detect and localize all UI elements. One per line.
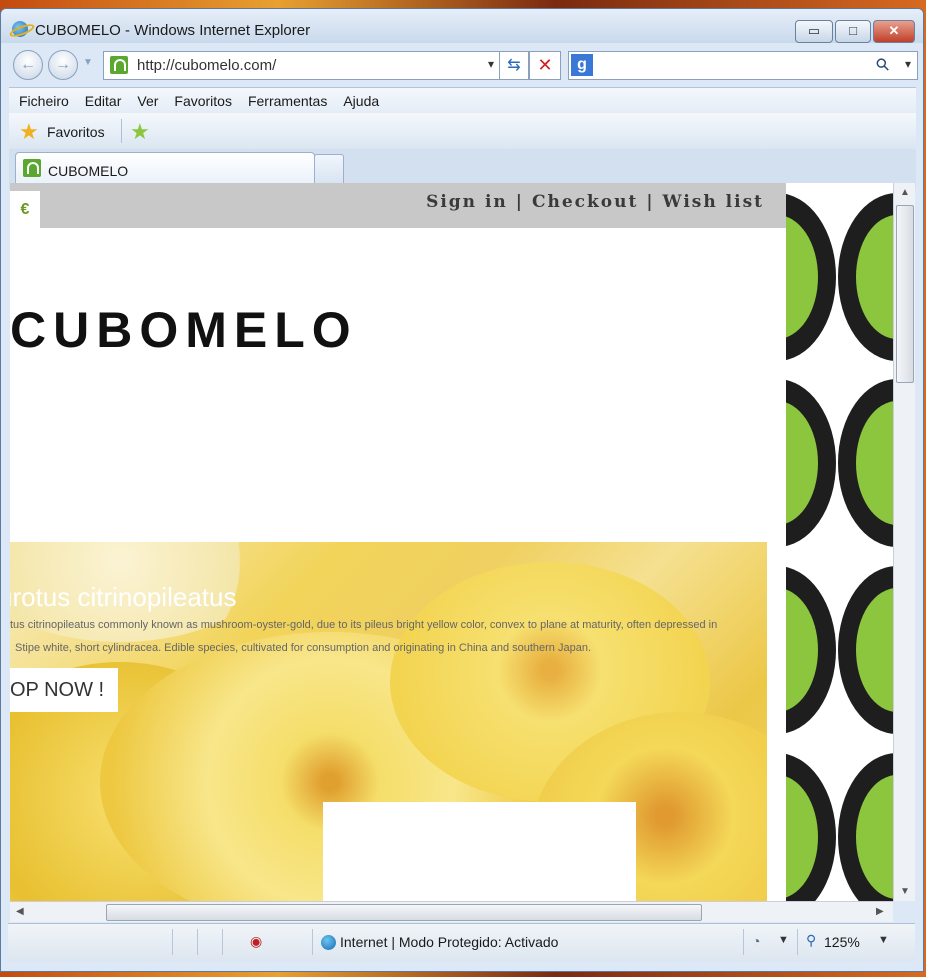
menu-item-editar[interactable]: Editar — [85, 88, 122, 114]
biodegradable-badge-icon — [786, 753, 836, 901]
dropdown-arrow-icon[interactable]: ▼ — [778, 934, 789, 946]
zoom-dropdown-icon[interactable]: ▼ — [878, 934, 889, 946]
vertical-scroll-thumb[interactable] — [896, 205, 914, 383]
favorites-bar: ★ Favoritos ★ — [9, 113, 916, 149]
add-favorites-icon[interactable]: ★ — [130, 121, 150, 143]
horizontal-scroll-thumb[interactable] — [106, 904, 702, 921]
window-title: CUBOMELO - Windows Internet Explorer — [35, 22, 311, 39]
divider — [197, 929, 198, 955]
tab-label: CUBOMELO — [48, 163, 129, 179]
biodegradable-badge-icon — [838, 193, 893, 361]
divider — [222, 929, 223, 955]
sign-in-link[interactable]: Sign in — [426, 192, 508, 212]
address-row: ← → ▼ http://cubomelo.com/ ▾ ⇆ ✕ g ⚲ ▾ — [1, 47, 923, 87]
google-search-icon: g — [571, 54, 593, 76]
biodegradable-badge-icon — [786, 193, 836, 361]
address-field[interactable]: http://cubomelo.com/ ▾ — [103, 51, 500, 80]
site-logo[interactable]: CUBOMELO — [10, 301, 358, 359]
wish-list-link[interactable]: Wish list — [663, 192, 764, 212]
zoom-icon[interactable]: ⚲ — [806, 932, 816, 949]
shop-now-button[interactable]: OP NOW ! — [10, 668, 118, 712]
search-icon[interactable]: ⚲ — [871, 54, 894, 77]
new-tab-button[interactable] — [314, 154, 344, 186]
header-links: Sign in | Checkout | Wish list — [422, 192, 768, 212]
close-button[interactable]: ✕ — [873, 20, 915, 43]
security-zone-text[interactable]: Internet | Modo Protegido: Activado — [340, 934, 558, 950]
content-box — [323, 802, 636, 901]
address-text[interactable]: http://cubomelo.com/ — [137, 57, 276, 74]
site-favicon-icon — [110, 56, 128, 74]
hero-description-line: Stipe white, short cylindracea. Edible s… — [15, 642, 592, 654]
privacy-report-icon[interactable]: ◉ — [250, 933, 262, 950]
title-bar: CUBOMELO - Windows Internet Explorer ▭ □… — [1, 9, 923, 43]
site-header: € Sign in | Checkout | Wish list — [10, 183, 786, 228]
menu-item-ver[interactable]: Ver — [137, 88, 158, 114]
scroll-right-icon[interactable]: ▶ — [876, 906, 884, 917]
page-load-icon[interactable]: ◔ — [752, 933, 760, 949]
biodegradable-badge-icon — [838, 379, 893, 547]
maximize-button[interactable]: □ — [835, 20, 871, 43]
internet-zone-globe-icon — [321, 935, 336, 950]
zoom-level[interactable]: 125% — [824, 934, 860, 950]
divider — [172, 929, 173, 955]
back-button[interactable]: ← — [13, 50, 43, 80]
minimize-button[interactable]: ▭ — [795, 20, 833, 43]
link-separator: | — [646, 192, 655, 212]
divider — [797, 929, 798, 955]
page-viewport: € Sign in | Checkout | Wish list CUBOMELO ur… — [10, 183, 893, 901]
divider — [121, 119, 122, 143]
side-badge-pattern — [786, 183, 893, 901]
scroll-up-icon[interactable]: ▲ — [900, 187, 910, 198]
link-separator: | — [515, 192, 524, 212]
menu-item-ficheiro[interactable]: Ficheiro — [19, 88, 69, 114]
menu-item-favoritos[interactable]: Favoritos — [174, 88, 232, 114]
horizontal-scrollbar[interactable]: ◀ ▶ — [10, 901, 893, 922]
currency-selector[interactable]: € — [10, 191, 40, 228]
stop-button[interactable]: ✕ — [529, 51, 561, 80]
divider — [743, 929, 744, 955]
checkout-link[interactable]: Checkout — [532, 192, 638, 212]
hero-title: urotus citrinopileatus — [10, 582, 237, 612]
tab-favicon-icon — [23, 159, 41, 177]
ie-logo-icon — [12, 21, 28, 37]
search-input[interactable]: g ⚲ ▾ — [568, 51, 918, 80]
hero-banner: urotus citrinopileatus tus citrinopileat… — [10, 542, 767, 901]
address-dropdown-icon[interactable]: ▾ — [488, 57, 494, 71]
biodegradable-badge-icon — [838, 566, 893, 734]
divider — [312, 929, 313, 955]
hero-description-line: tus citrinopileatus commonly known as mu… — [10, 619, 718, 631]
tab-cubomelo[interactable]: CUBOMELO — [15, 152, 315, 186]
search-dropdown-icon[interactable]: ▾ — [905, 57, 911, 71]
menu-item-ferramentas[interactable]: Ferramentas — [248, 88, 327, 114]
vertical-scrollbar[interactable]: ▲ ▼ — [893, 183, 915, 901]
history-dropdown-icon[interactable]: ▼ — [83, 57, 93, 68]
biodegradable-badge-icon — [786, 379, 836, 547]
forward-button[interactable]: → — [48, 50, 78, 80]
scroll-left-icon[interactable]: ◀ — [16, 906, 24, 917]
biodegradable-badge-icon — [786, 566, 836, 734]
biodegradable-badge-icon — [838, 753, 893, 901]
status-bar: ◉ Internet | Modo Protegido: Activado ◔ … — [8, 923, 915, 961]
refresh-button[interactable]: ⇆ — [499, 51, 529, 80]
menu-bar: Ficheiro Editar Ver Favoritos Ferramentas Aju… — [9, 87, 916, 113]
favorites-button[interactable]: Favoritos — [47, 124, 105, 140]
scroll-down-icon[interactable]: ▼ — [900, 886, 910, 897]
menu-item-ajuda[interactable]: Ajuda — [343, 88, 379, 114]
favorites-star-icon[interactable]: ★ — [19, 121, 39, 143]
